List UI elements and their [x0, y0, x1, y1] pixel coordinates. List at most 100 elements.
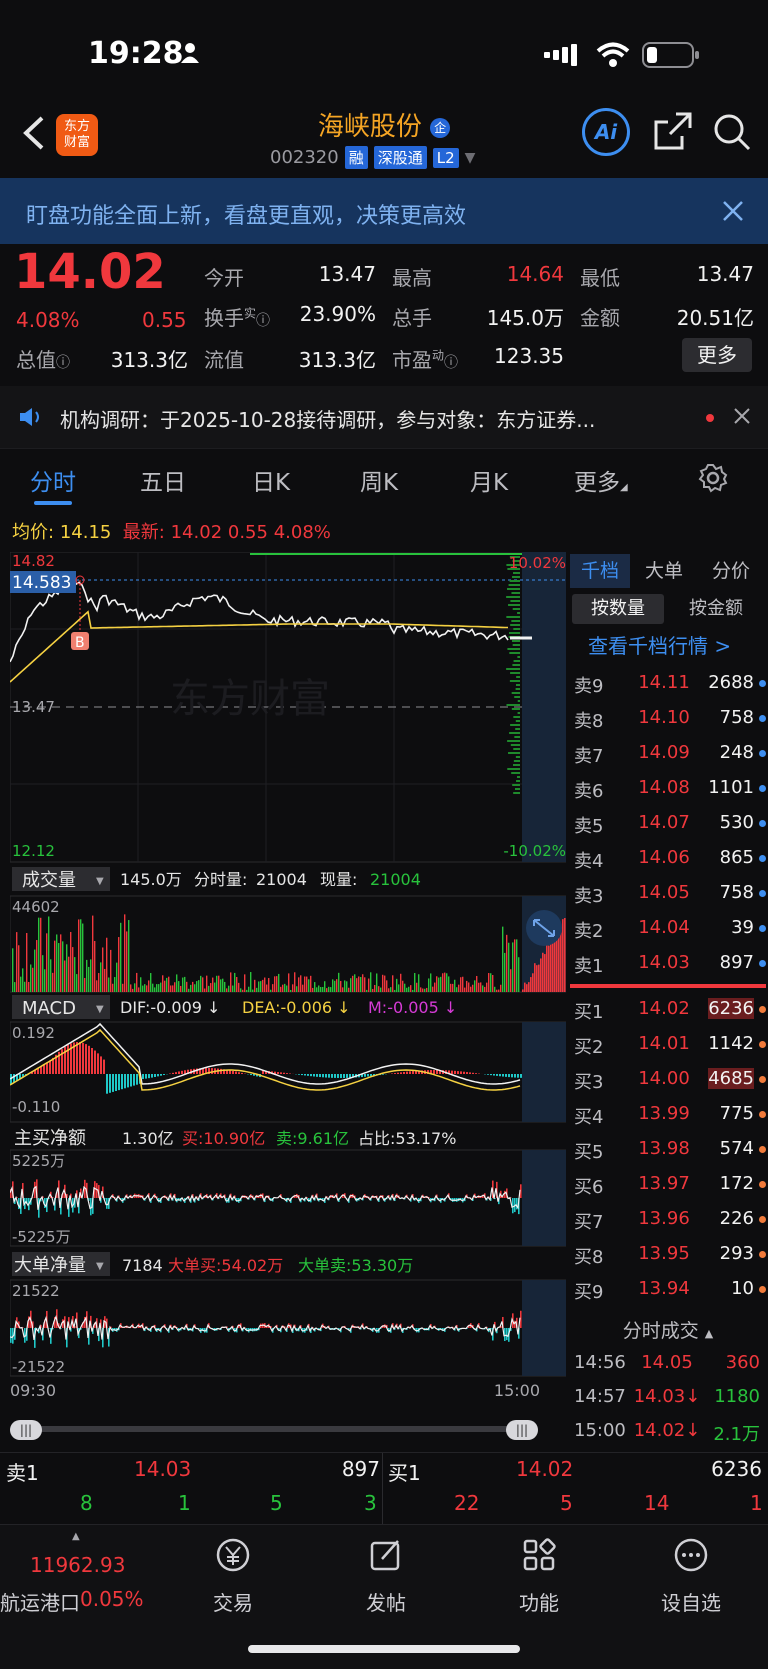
tab-big-order[interactable]: 大单: [634, 554, 694, 588]
ask-row[interactable]: 卖1 14.03 897: [568, 946, 768, 981]
bid-row[interactable]: 买8 13.95 293: [568, 1237, 768, 1272]
ask-row[interactable]: 卖5 14.07 530: [568, 806, 768, 841]
cur-vol-label: 现量:: [320, 870, 357, 889]
level-price: 14.09: [638, 742, 690, 763]
cellular-signal-icon: [544, 44, 584, 70]
sub-tab-by-amount[interactable]: 按金额: [670, 594, 762, 624]
view-depth-link[interactable]: 查看千档行情 >: [588, 630, 731, 659]
tab-monthly-k[interactable]: 月K: [470, 463, 508, 497]
ask-row[interactable]: 卖7 14.09 248: [568, 736, 768, 771]
level-label: 买8: [574, 1247, 604, 1268]
level-price: 14.00: [638, 1068, 690, 1089]
more-button[interactable]: 更多: [682, 338, 752, 372]
gear-icon[interactable]: [698, 463, 728, 497]
nav-add-watchlist-label: 设自选: [661, 1591, 721, 1615]
tab-five-day[interactable]: 五日: [140, 463, 186, 497]
close-icon[interactable]: [734, 408, 750, 428]
level-label: 买6: [574, 1177, 604, 1198]
ticks-title[interactable]: 分时成交 ▲: [568, 1316, 768, 1343]
level-dot: [759, 1076, 766, 1083]
level-dot: [759, 890, 766, 897]
bid-row[interactable]: 买1 14.02 6236: [568, 992, 768, 1027]
sell-count-2: 1: [178, 1491, 191, 1515]
ask-row[interactable]: 卖9 14.11 2688: [568, 666, 768, 701]
level-volume: 10: [731, 1278, 754, 1299]
ai-button[interactable]: Ai: [582, 108, 630, 156]
bid-row[interactable]: 买9 13.94 10: [568, 1272, 768, 1307]
news-ticker[interactable]: 机构调研：于2025-10-28接待调研，参与对象：东方证券...: [0, 386, 768, 448]
level-volume: 897: [719, 952, 754, 973]
main-net-panel: 主买净额 1.30亿 买:10.90亿 卖:9.61亿 占比:53.17% 52…: [10, 1128, 566, 1247]
bid-row[interactable]: 买4 13.99 775: [568, 1097, 768, 1132]
level-price: 14.01: [638, 1033, 690, 1054]
share-icon[interactable]: [654, 112, 692, 154]
macd-m: M:-0.005 ↓: [368, 998, 457, 1017]
caret-down-icon[interactable]: ▼: [465, 150, 476, 166]
ask-row[interactable]: 卖6 14.08 1101: [568, 771, 768, 806]
level-volume: 4685: [708, 1068, 754, 1089]
bids-list: 买1 14.02 6236 买2 14.01 1142 买3 14.00 4685 买4 13.99…: [568, 992, 768, 1307]
watermark: 东方财富: [170, 676, 330, 722]
ask-row[interactable]: 卖2 14.04 39: [568, 911, 768, 946]
macd-dea: DEA:-0.006 ↓: [242, 998, 351, 1017]
index-pct: 0.05%: [80, 1587, 144, 1611]
bid-row[interactable]: 买7 13.96 226: [568, 1202, 768, 1237]
level-price: 14.08: [638, 777, 690, 798]
ask-row[interactable]: 卖4 14.06 865: [568, 841, 768, 876]
level-dot: [759, 1181, 766, 1188]
big-net-y-max: 21522: [12, 1282, 60, 1300]
level-volume: 1101: [708, 777, 754, 798]
bid-row[interactable]: 买2 14.01 1142: [568, 1027, 768, 1062]
ask-row[interactable]: 卖8 14.10 758: [568, 701, 768, 736]
close-icon[interactable]: [722, 200, 744, 228]
scroll-handle-right[interactable]: |||: [506, 1420, 538, 1440]
bid-row[interactable]: 买5 13.98 574: [568, 1132, 768, 1167]
pe-value: 123.35: [494, 344, 564, 368]
macd-label: MACD: [22, 998, 76, 1019]
tab-price-dist[interactable]: 分价: [698, 554, 764, 588]
svg-text:▼: ▼: [96, 876, 104, 887]
promo-banner[interactable]: 盯盘功能全面上新，看盘更直观，决策更高效: [0, 178, 768, 244]
tab-depth[interactable]: 千档: [570, 554, 630, 588]
level-price: 14.07: [638, 812, 690, 833]
turnover-value: 23.90%: [299, 302, 376, 326]
tick-volume: 1180: [714, 1386, 760, 1407]
level-dot: [759, 1006, 766, 1013]
level-price: 14.06: [638, 847, 690, 868]
tab-weekly-k[interactable]: 周K: [360, 463, 398, 497]
search-icon[interactable]: [712, 112, 752, 156]
time-scroller[interactable]: ||| |||: [10, 1420, 540, 1440]
sub-tab-by-quantity[interactable]: 按数量: [572, 594, 664, 624]
volume-panel: 成交量 ▼ 145.0万 分时量: 21004 现量: 21004 44602: [10, 864, 566, 993]
price-panel: 东方财富 14.82 14.583 B 13.47 12.12 10.02% -…: [10, 552, 566, 863]
level-label: 买4: [574, 1107, 604, 1128]
level-volume: 1142: [708, 1033, 754, 1054]
level-label: 卖9: [574, 676, 604, 697]
open-label: 今开: [204, 266, 244, 290]
bid-row[interactable]: 买3 14.00 4685: [568, 1062, 768, 1097]
level-label: 买1: [574, 1002, 604, 1023]
level-volume: 574: [719, 1138, 754, 1159]
tab-intraday[interactable]: 分时: [30, 463, 76, 497]
bid-row[interactable]: 买6 13.97 172: [568, 1167, 768, 1202]
scroll-handle-left[interactable]: |||: [10, 1420, 42, 1440]
macd-y-max: 0.192: [12, 1024, 55, 1042]
macd-dif: DIF:-0.009 ↓: [120, 998, 220, 1017]
tab-daily-k[interactable]: 日K: [252, 463, 290, 497]
info-icon: ⓘ: [444, 355, 459, 371]
status-time: 19:28: [88, 36, 184, 71]
index-widget[interactable]: ▲ 11962.93 航运港口 0.05%: [0, 1525, 160, 1615]
minute-vol: 21004: [256, 870, 307, 889]
bid-ask-summary: 卖1 14.03 897 买1 14.02 6236 8 1 5 3 22 5 …: [0, 1452, 768, 1525]
big-net-sell: 大单卖:53.30万: [298, 1256, 413, 1275]
person-icon: [180, 42, 200, 68]
buy1-vol: 6236: [711, 1457, 762, 1481]
ask-row[interactable]: 卖3 14.05 758: [568, 876, 768, 911]
tab-more[interactable]: 更多◢: [574, 463, 628, 497]
level-dot: [759, 925, 766, 932]
sell-count-1: 8: [80, 1491, 93, 1515]
intraday-chart-area[interactable]: 东方财富 14.82 14.583 B 13.47 12.12 10.02% -…: [10, 552, 566, 1440]
nav-post-label: 发帖: [366, 1591, 406, 1615]
open-value: 13.47: [318, 262, 376, 286]
level-volume: 293: [719, 1243, 754, 1264]
